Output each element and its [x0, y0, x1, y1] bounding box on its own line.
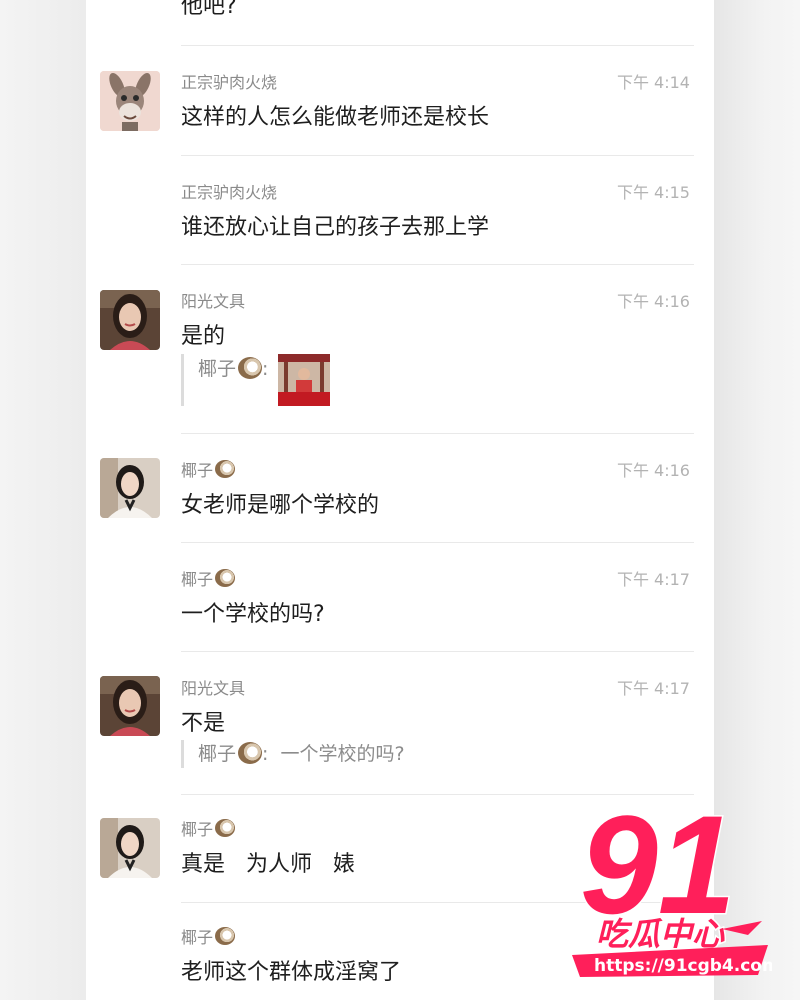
message-row[interactable]: 正宗驴肉火烧 下午 4:15 谁还放心让自己的孩子去那上学	[86, 155, 714, 265]
sender-name-text: 椰子	[181, 820, 214, 839]
watermark-logo: 91 吃瓜中心 https://91cgb4.com	[572, 785, 780, 985]
quoted-image-thumbnail[interactable]	[278, 354, 331, 406]
avatar-woman-long-hair[interactable]	[100, 290, 160, 350]
message-row[interactable]: 正宗驴肉火烧 下午 4:14 这样的人怎么能做老师还是校长	[86, 45, 714, 155]
avatar-woman-short-hair[interactable]	[100, 458, 160, 518]
message-text: 这样的人怎么能做老师还是校长	[181, 105, 490, 130]
message-text: 不是	[181, 711, 226, 736]
sender-name-text: 椰子	[181, 928, 214, 947]
message-time: 下午 4:16	[616, 292, 690, 311]
coconut-icon	[238, 357, 263, 379]
quote-author: 椰子	[198, 358, 237, 380]
sender-name[interactable]: 阳光文具	[181, 675, 245, 699]
message-time: 下午 4:14	[616, 73, 690, 92]
message-row[interactable]: 椰子 下午 4:16 女老师是哪个学校的	[86, 433, 714, 543]
quoted-message[interactable]: 椰子:	[181, 354, 331, 406]
avatar-donkey[interactable]	[100, 71, 160, 131]
message-row[interactable]: 阳光文具 下午 4:17 不是 椰子: 一个学校的吗?	[86, 651, 714, 794]
message-row[interactable]: 阳光文具 下午 4:16 是的 椰子:	[86, 264, 714, 434]
message-time: 下午 4:17	[616, 570, 690, 589]
message-time: 下午 4:15	[616, 183, 690, 202]
quote-content: 一个学校的吗?	[280, 743, 405, 765]
coconut-icon	[238, 742, 263, 764]
coconut-icon	[215, 927, 236, 945]
message-row[interactable]: 椰子 下午 4:17 一个学校的吗?	[86, 542, 714, 652]
sender-name[interactable]: 阳光文具	[181, 288, 245, 312]
sender-name[interactable]: 椰子	[181, 457, 236, 481]
message-text: 一个学校的吗?	[181, 602, 325, 627]
coconut-icon	[215, 569, 236, 587]
sender-name[interactable]: 正宗驴肉火烧	[181, 69, 277, 93]
avatar-woman-short-hair[interactable]	[100, 818, 160, 878]
avatar-woman-long-hair[interactable]	[100, 676, 160, 736]
donkey-icon	[100, 71, 160, 131]
quote-separator: :	[262, 358, 269, 380]
message-text: 女老师是哪个学校的	[181, 493, 380, 518]
watermark-name: 吃瓜中心	[596, 915, 725, 953]
quote-separator: :	[262, 743, 269, 765]
message-time: 下午 4:17	[616, 679, 690, 698]
sender-name[interactable]: 椰子	[181, 924, 236, 948]
coconut-icon	[215, 819, 236, 837]
person-photo-icon	[100, 818, 160, 878]
message-time: 下午 4:16	[616, 461, 690, 480]
photo-icon	[278, 354, 331, 406]
backdrop-left	[0, 0, 86, 1000]
person-photo-icon	[100, 676, 160, 736]
message-text: 老师这个群体成淫窝了	[181, 960, 402, 985]
message-text: 真是 为人师 婊	[181, 852, 355, 877]
sender-name-text: 椰子	[181, 461, 214, 480]
previous-message-fragment: 他吧?	[181, 0, 237, 19]
sender-name-text: 椰子	[181, 570, 214, 589]
quote-author: 椰子	[198, 743, 237, 765]
watermark-url: https://91cgb4.com	[594, 956, 772, 976]
message-text: 谁还放心让自己的孩子去那上学	[181, 215, 490, 240]
sender-name[interactable]: 椰子	[181, 566, 236, 590]
person-photo-icon	[100, 458, 160, 518]
watermark-91-logo-icon: 91 吃瓜中心 https://91cgb4.com	[572, 785, 780, 977]
quoted-message[interactable]: 椰子: 一个学校的吗?	[181, 740, 405, 768]
coconut-icon	[215, 460, 236, 478]
sender-name[interactable]: 椰子	[181, 816, 236, 840]
person-photo-icon	[100, 290, 160, 350]
message-text: 是的	[181, 324, 226, 349]
sender-name[interactable]: 正宗驴肉火烧	[181, 179, 277, 203]
